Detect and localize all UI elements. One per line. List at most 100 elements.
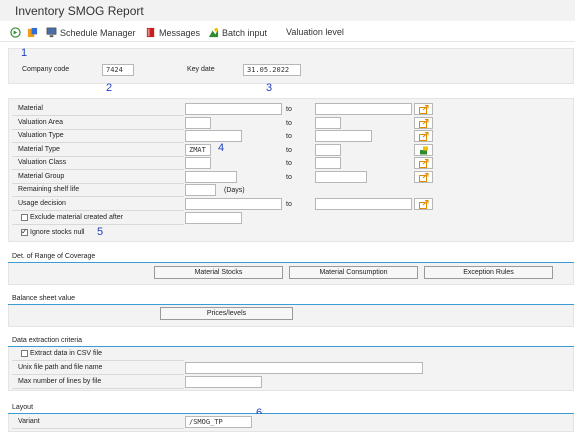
batch-input-button[interactable]: Batch input	[208, 27, 267, 38]
shelf-life-input[interactable]	[185, 184, 216, 196]
multiple-selection-active-icon	[419, 146, 428, 154]
material-consumption-button[interactable]: Material Consumption	[289, 266, 418, 279]
material-group-from-input[interactable]	[185, 171, 237, 183]
messages-book-icon	[146, 27, 155, 38]
balance-title: Balance sheet value	[12, 295, 76, 302]
marker-3: 3	[266, 82, 273, 94]
material-from-input[interactable]	[185, 103, 282, 115]
to-label: to	[286, 120, 292, 127]
multiple-selection-button[interactable]	[414, 171, 433, 183]
material-type-to-input[interactable]	[315, 144, 341, 156]
shelf-life-row: Remaining shelf life	[12, 184, 184, 197]
max-lines-label: Max number of lines by file	[18, 378, 102, 385]
valuation-level-button[interactable]: Valuation level	[286, 27, 344, 37]
material-type-label: Material Type	[18, 146, 60, 153]
valuation-type-to-input[interactable]	[315, 130, 372, 142]
material-to-input[interactable]	[315, 103, 412, 115]
company-code-input[interactable]: 7424	[102, 64, 134, 76]
multiple-selection-active-button[interactable]	[414, 144, 433, 156]
usage-decision-row: Usage decision	[12, 198, 184, 211]
extract-csv-label: Extract data in CSV file	[30, 350, 102, 357]
get-variant-icon	[27, 27, 38, 38]
multiple-selection-icon	[418, 172, 428, 182]
valuation-type-row: Valuation Type	[12, 130, 184, 143]
exception-rules-button[interactable]: Exception Rules	[424, 266, 553, 279]
valuation-class-to-input[interactable]	[315, 157, 341, 169]
prices-levels-button[interactable]: Prices/levels	[160, 307, 293, 320]
marker-2: 2	[106, 82, 113, 94]
schedule-manager-label: Schedule Manager	[60, 27, 136, 38]
balance-section-header: Balance sheet value	[8, 294, 574, 305]
to-label: to	[286, 201, 292, 208]
valuation-class-row: Valuation Class	[12, 157, 184, 170]
file-path-input[interactable]	[185, 362, 423, 374]
company-code-label: Company code	[22, 66, 70, 73]
marker-1: 1	[21, 47, 28, 59]
usage-decision-from-input[interactable]	[185, 198, 282, 210]
multiple-selection-button[interactable]	[414, 103, 433, 115]
multiple-selection-button[interactable]	[414, 130, 433, 142]
get-variant-button[interactable]	[27, 27, 38, 38]
exclude-material-label: Exclude material created after	[30, 214, 123, 221]
multiple-selection-icon	[418, 104, 428, 114]
multiple-selection-icon	[418, 158, 428, 168]
exclude-date-input[interactable]	[185, 212, 242, 224]
page-title: Inventory SMOG Report	[15, 4, 144, 18]
key-date-input[interactable]: 31.05.2022	[243, 64, 301, 76]
layout-title: Layout	[12, 404, 34, 411]
usage-decision-label: Usage decision	[18, 200, 66, 207]
valuation-class-label: Valuation Class	[18, 159, 67, 166]
ignore-stocks-label: Ignore stocks null	[30, 229, 85, 236]
execute-icon	[10, 27, 21, 38]
usage-decision-to-input[interactable]	[315, 198, 412, 210]
extract-csv-checkbox[interactable]	[21, 350, 28, 357]
material-stocks-button[interactable]: Material Stocks	[154, 266, 283, 279]
key-date-label: Key date	[187, 66, 215, 73]
multiple-selection-button[interactable]	[414, 198, 433, 210]
multiple-selection-button[interactable]	[414, 117, 433, 129]
toolbar: Schedule Manager Messages Batch input Va…	[0, 24, 575, 42]
to-label: to	[286, 147, 292, 154]
valuation-type-label: Valuation Type	[18, 132, 64, 139]
variant-label: Variant	[18, 418, 40, 425]
material-group-label: Material Group	[18, 173, 65, 180]
layout-section-header: Layout	[8, 403, 574, 414]
variant-row: Variant	[12, 416, 184, 429]
max-lines-input[interactable]	[185, 376, 262, 388]
to-label: to	[286, 174, 292, 181]
ignore-stocks-checkbox[interactable]	[21, 227, 28, 236]
batch-input-label: Batch input	[222, 27, 268, 38]
execute-button[interactable]	[10, 27, 21, 38]
schedule-manager-button[interactable]: Schedule Manager	[46, 27, 136, 38]
multiple-selection-icon	[418, 118, 428, 128]
material-group-to-input[interactable]	[315, 171, 367, 183]
valuation-area-from-input[interactable]	[185, 117, 211, 129]
shelf-life-label: Remaining shelf life	[18, 186, 80, 193]
marker-4: 4	[218, 142, 225, 154]
valuation-type-from-input[interactable]	[185, 130, 242, 142]
valuation-area-to-input[interactable]	[315, 117, 341, 129]
file-path-row: Unix file path and file name	[12, 362, 184, 375]
material-label: Material	[18, 105, 43, 112]
exclude-material-checkbox[interactable]	[21, 214, 28, 221]
material-type-row: Material Type	[12, 144, 184, 157]
coverage-section-header: Det. of Range of Coverage	[8, 252, 574, 263]
title-bar: Inventory SMOG Report	[0, 0, 575, 21]
valuation-class-from-input[interactable]	[185, 157, 211, 169]
multiple-selection-button[interactable]	[414, 157, 433, 169]
material-type-from-input[interactable]: ZMAT	[185, 144, 211, 156]
marker-5: 5	[97, 226, 104, 238]
messages-label: Messages	[159, 27, 201, 38]
extraction-section-header: Data extraction criteria	[8, 336, 574, 347]
file-path-label: Unix file path and file name	[18, 364, 103, 371]
multiple-selection-icon	[418, 199, 428, 209]
valuation-area-row: Valuation Area	[12, 117, 184, 130]
max-lines-row: Max number of lines by file	[12, 376, 184, 389]
to-label: to	[286, 106, 292, 113]
to-label: to	[286, 133, 292, 140]
messages-button[interactable]: Messages	[145, 27, 200, 38]
to-label: to	[286, 160, 292, 167]
valuation-area-label: Valuation Area	[18, 119, 64, 126]
extraction-title: Data extraction criteria	[12, 337, 83, 344]
variant-input[interactable]: /SMOG_TP	[185, 416, 252, 428]
